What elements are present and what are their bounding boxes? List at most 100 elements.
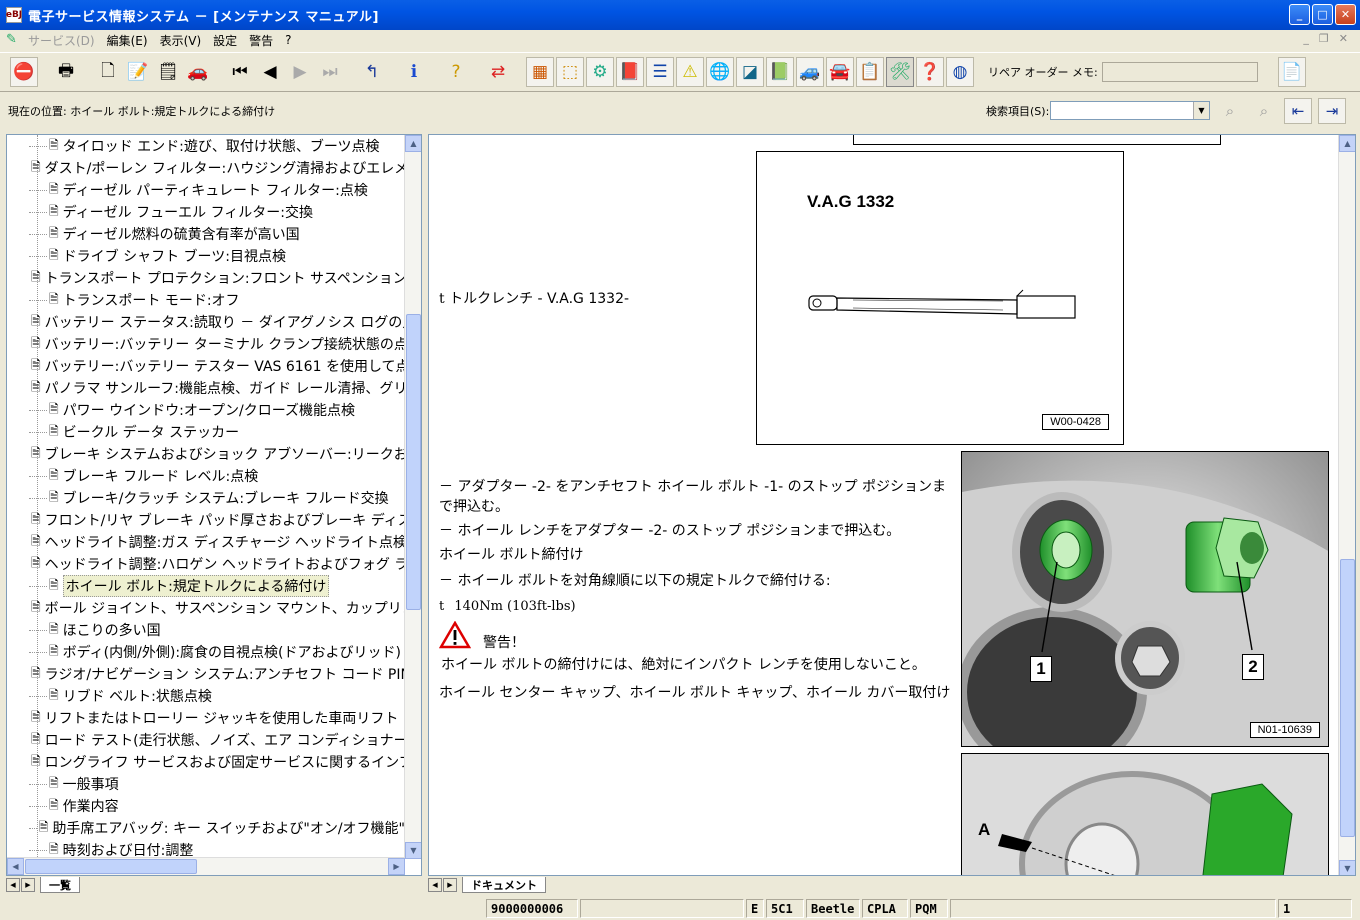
- tree-item[interactable]: 🗎フロント/リヤ ブレーキ パッド厚さおよびブレーキ ディスク点検: [7, 509, 405, 531]
- tree-item[interactable]: 🗎 バッテリー:バッテリー テスター VAS 6161 を使用して点検: [7, 355, 405, 377]
- menu-warning[interactable]: 警告: [249, 32, 273, 49]
- new-document-button[interactable]: 🗋: [94, 57, 122, 87]
- tree-item[interactable]: 🗎 ブレーキ/クラッチ システム:ブレーキ フルード交換: [7, 487, 405, 509]
- green-book-button[interactable]: 📗: [766, 57, 794, 87]
- tree-item[interactable]: 🗎 ディーゼル パーティキュレート フィルター:点検: [7, 179, 405, 201]
- repair-order-memo-field[interactable]: [1101, 62, 1258, 82]
- app-menu-icon[interactable]: ✎: [6, 32, 22, 48]
- memo-button[interactable]: 📄: [1277, 57, 1306, 87]
- car-info-button[interactable]: 🚘: [826, 57, 854, 87]
- list-button[interactable]: ☰: [646, 57, 674, 87]
- menu-settings[interactable]: 設定: [213, 32, 237, 49]
- tree-item[interactable]: 🗎 ディーゼル フューエル フィルター:交換: [7, 201, 405, 223]
- close-button[interactable]: ✕: [1335, 4, 1356, 25]
- electrical-button[interactable]: ⚠: [676, 57, 704, 87]
- tree-item[interactable]: 🗎 ロード テスト(走行状態、ノイズ、エア コンディショナー): [7, 729, 405, 751]
- mdi-close-icon[interactable]: ✕: [1339, 32, 1348, 45]
- tree-item[interactable]: 🗎 バッテリー:バッテリー ターミナル クランプ接続状態の点検: [7, 333, 405, 355]
- notes-button[interactable]: 🗒: [154, 57, 182, 87]
- maximize-button[interactable]: □: [1312, 4, 1333, 25]
- menu-service[interactable]: サービス(D): [28, 32, 95, 49]
- tab-prev-icon[interactable]: ◀: [6, 878, 20, 892]
- prev-page-button[interactable]: ◀: [256, 57, 284, 87]
- help-button[interactable]: ?: [442, 57, 470, 87]
- checklist-button[interactable]: 📋: [856, 57, 884, 87]
- tree-horizontal-scrollbar[interactable]: ◀ ▶: [7, 857, 405, 875]
- tree-item[interactable]: 🗎 リフトまたはトローリー ジャッキを使用した車両リフト アップ: [7, 707, 405, 729]
- first-page-button[interactable]: ⏮: [226, 57, 254, 87]
- tab-document[interactable]: ドキュメント: [462, 877, 546, 893]
- indent-button[interactable]: ⇥: [1318, 98, 1346, 124]
- minimize-button[interactable]: _: [1289, 4, 1310, 25]
- tree-item[interactable]: 🗎ボール ジョイント、サスペンション マウント、カップリング ロッド: [7, 597, 405, 619]
- last-page-button[interactable]: ⏭: [316, 57, 344, 87]
- scroll-down-icon[interactable]: ▼: [405, 842, 421, 859]
- tree-item[interactable]: 🗎 トランスポート モード:オフ: [7, 289, 405, 311]
- tree-item[interactable]: 🗎 ドライブ シャフト ブーツ:目視点検: [7, 245, 405, 267]
- tree-scroll-thumb[interactable]: [406, 313, 421, 610]
- tree-item[interactable]: 🗎パノラマ サンルーフ:機能点検、ガイド レール清掃、グリス塗布: [7, 377, 405, 399]
- tree-item[interactable]: 🗎ロングライフ サービスおよび固定サービスに関するインフォメーション: [7, 751, 405, 773]
- scroll-right-icon[interactable]: ▶: [388, 858, 405, 875]
- tree-item[interactable]: 🗎 作業内容: [7, 795, 405, 817]
- mdi-minimize-icon[interactable]: _: [1303, 32, 1309, 45]
- exit-button[interactable]: ⛔: [10, 57, 38, 87]
- vehicle-button[interactable]: 🚗: [184, 57, 212, 87]
- tree-item[interactable]: 🗎 ブレーキ フルード レベル:点検: [7, 465, 405, 487]
- tree-item[interactable]: 🗎 ラジオ/ナビゲーション システム:アンチセフト コード PIN: [7, 663, 405, 685]
- tree-item[interactable]: 🗎 バッテリー ステータス:読取り － ダイアグノシス ログの点検: [7, 311, 405, 333]
- globe-button[interactable]: 🌐: [706, 57, 734, 87]
- search-select[interactable]: ▼: [1050, 101, 1210, 120]
- find-prev-button[interactable]: ⌕: [1216, 98, 1244, 124]
- tree-item[interactable]: 🗎 一般事項: [7, 773, 405, 795]
- tree-item[interactable]: 🗎 時刻および日付:調整: [7, 839, 405, 859]
- tree-item[interactable]: 🗎ダスト/ポーレン フィルター:ハウジング清掃およびエレメント交換: [7, 157, 405, 179]
- scroll-left-icon[interactable]: ◀: [7, 858, 24, 875]
- tree-item[interactable]: 🗎 ボディ(内側/外側):腐食の目視点検(ドアおよびリッド): [7, 641, 405, 663]
- tab-list[interactable]: 一覧: [40, 877, 80, 893]
- menu-view[interactable]: 表示(V): [160, 32, 202, 49]
- tree-item[interactable]: 🗎ヘッドライト調整:ハロゲン ヘッドライトおよびフォグ ライト点検: [7, 553, 405, 575]
- document-vertical-scrollbar[interactable]: ▲ ▼: [1338, 135, 1355, 875]
- find-next-button[interactable]: ⌕: [1250, 98, 1278, 124]
- info-button[interactable]: ℹ: [400, 57, 428, 87]
- edit-document-button[interactable]: 📝: [124, 57, 152, 87]
- document-scroll-thumb[interactable]: [1340, 559, 1355, 837]
- tree-item[interactable]: 🗎 ほこりの多い国: [7, 619, 405, 641]
- tree-item[interactable]: 🗎 ビークル データ ステッカー: [7, 421, 405, 443]
- question-doc-button[interactable]: ❓: [916, 57, 944, 87]
- doc-tab-prev-icon[interactable]: ◀: [428, 878, 442, 892]
- outdent-button[interactable]: ⇤: [1284, 98, 1312, 124]
- tree-item[interactable]: 🗎 リブド ベルト:状態点検: [7, 685, 405, 707]
- tree-item[interactable]: 🗎 ディーゼル燃料の硫黄含有率が高い国: [7, 223, 405, 245]
- tree-item[interactable]: 🗎 ヘッドライト調整:ガス ディスチャージ ヘッドライト点検: [7, 531, 405, 553]
- doc-scroll-up-icon[interactable]: ▲: [1339, 135, 1355, 152]
- green-car-button[interactable]: 🚙: [796, 57, 824, 87]
- tree-item[interactable]: 🗎ブレーキ システムおよびショック アブソーバー:リークおよび損傷点検: [7, 443, 405, 465]
- package-button[interactable]: ⬚: [556, 57, 584, 87]
- up-level-button[interactable]: ↰: [358, 57, 386, 87]
- maintenance-button[interactable]: 🛠: [886, 57, 914, 87]
- dropdown-arrow-icon[interactable]: ▼: [1193, 102, 1209, 119]
- tree-item[interactable]: 🗎トランスポート プロテクション:フロント サスペンション スプリング: [7, 267, 405, 289]
- network-button[interactable]: ◍: [946, 57, 974, 87]
- tree-item[interactable]: 🗎 助手席エアバッグ: キー スイッチおよび"オン/オフ機能": [7, 817, 405, 839]
- mdi-restore-icon[interactable]: ❐: [1319, 32, 1329, 45]
- swap-button[interactable]: ⇄: [484, 57, 512, 87]
- menu-edit[interactable]: 編集(E): [107, 32, 148, 49]
- manual-button[interactable]: 📕: [616, 57, 644, 87]
- doc-scroll-down-icon[interactable]: ▼: [1339, 860, 1355, 875]
- engine-button[interactable]: ⚙: [586, 57, 614, 87]
- menu-help[interactable]: ?: [285, 33, 291, 47]
- tree-hscroll-thumb[interactable]: [25, 859, 197, 874]
- tab-next-icon[interactable]: ▶: [21, 878, 35, 892]
- next-page-button[interactable]: ▶: [286, 57, 314, 87]
- components-button[interactable]: ▦: [526, 57, 554, 87]
- tree-vertical-scrollbar[interactable]: ▲ ▼: [404, 135, 421, 859]
- title-bar[interactable]: eBJ 電子サービス情報システム － [メンテナンス マニュアル] _ □ ✕: [0, 0, 1360, 30]
- scroll-up-icon[interactable]: ▲: [405, 135, 421, 152]
- doc-tab-next-icon[interactable]: ▶: [443, 878, 457, 892]
- tree-item[interactable]: 🗎 タイロッド エンド:遊び、取付け状態、ブーツ点検: [7, 135, 405, 157]
- print-button[interactable]: 🖶: [52, 57, 80, 87]
- diagram-button[interactable]: ◪: [736, 57, 764, 87]
